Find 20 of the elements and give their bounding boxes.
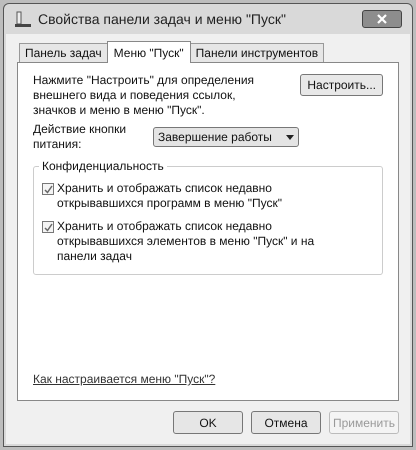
dialog-button[interactable]: Отмена (251, 411, 321, 434)
taskbar-icon (14, 10, 32, 28)
tab[interactable]: Панели инструментов (190, 43, 324, 62)
window-title: Свойства панели задач и меню "Пуск" (38, 10, 286, 29)
checkbox-label: Хранить и отображать список недавно открывавшихся элементов в меню "Пуск" и на панели задач (57, 219, 316, 264)
power-action-dropdown[interactable]: Завершение работы (153, 127, 299, 147)
tab[interactable]: Меню "Пуск" (106, 41, 191, 63)
customize-button[interactable]: Настроить... (300, 74, 383, 96)
dialog-button[interactable]: OK (173, 411, 243, 434)
power-button-label: Действие кнопки питания: (33, 122, 128, 152)
close-button[interactable] (362, 10, 402, 28)
close-icon (377, 14, 387, 24)
tab[interactable]: Панель задач (19, 43, 108, 62)
description-text: Нажмите "Настроить" для определения внешнего вида и поведения ссылок, значков и меню в меню "Пуск". (33, 73, 256, 118)
checkbox[interactable] (42, 221, 54, 233)
help-link[interactable]: Как настраивается меню "Пуск"? (33, 370, 216, 388)
checkbox[interactable] (42, 183, 54, 195)
checkbox-label: Хранить и отображать список недавно открывавшихся программ в меню "Пуск" (57, 181, 284, 211)
dropdown-arrow-icon (286, 134, 294, 140)
group-title: Конфиденциальность (39, 159, 167, 174)
